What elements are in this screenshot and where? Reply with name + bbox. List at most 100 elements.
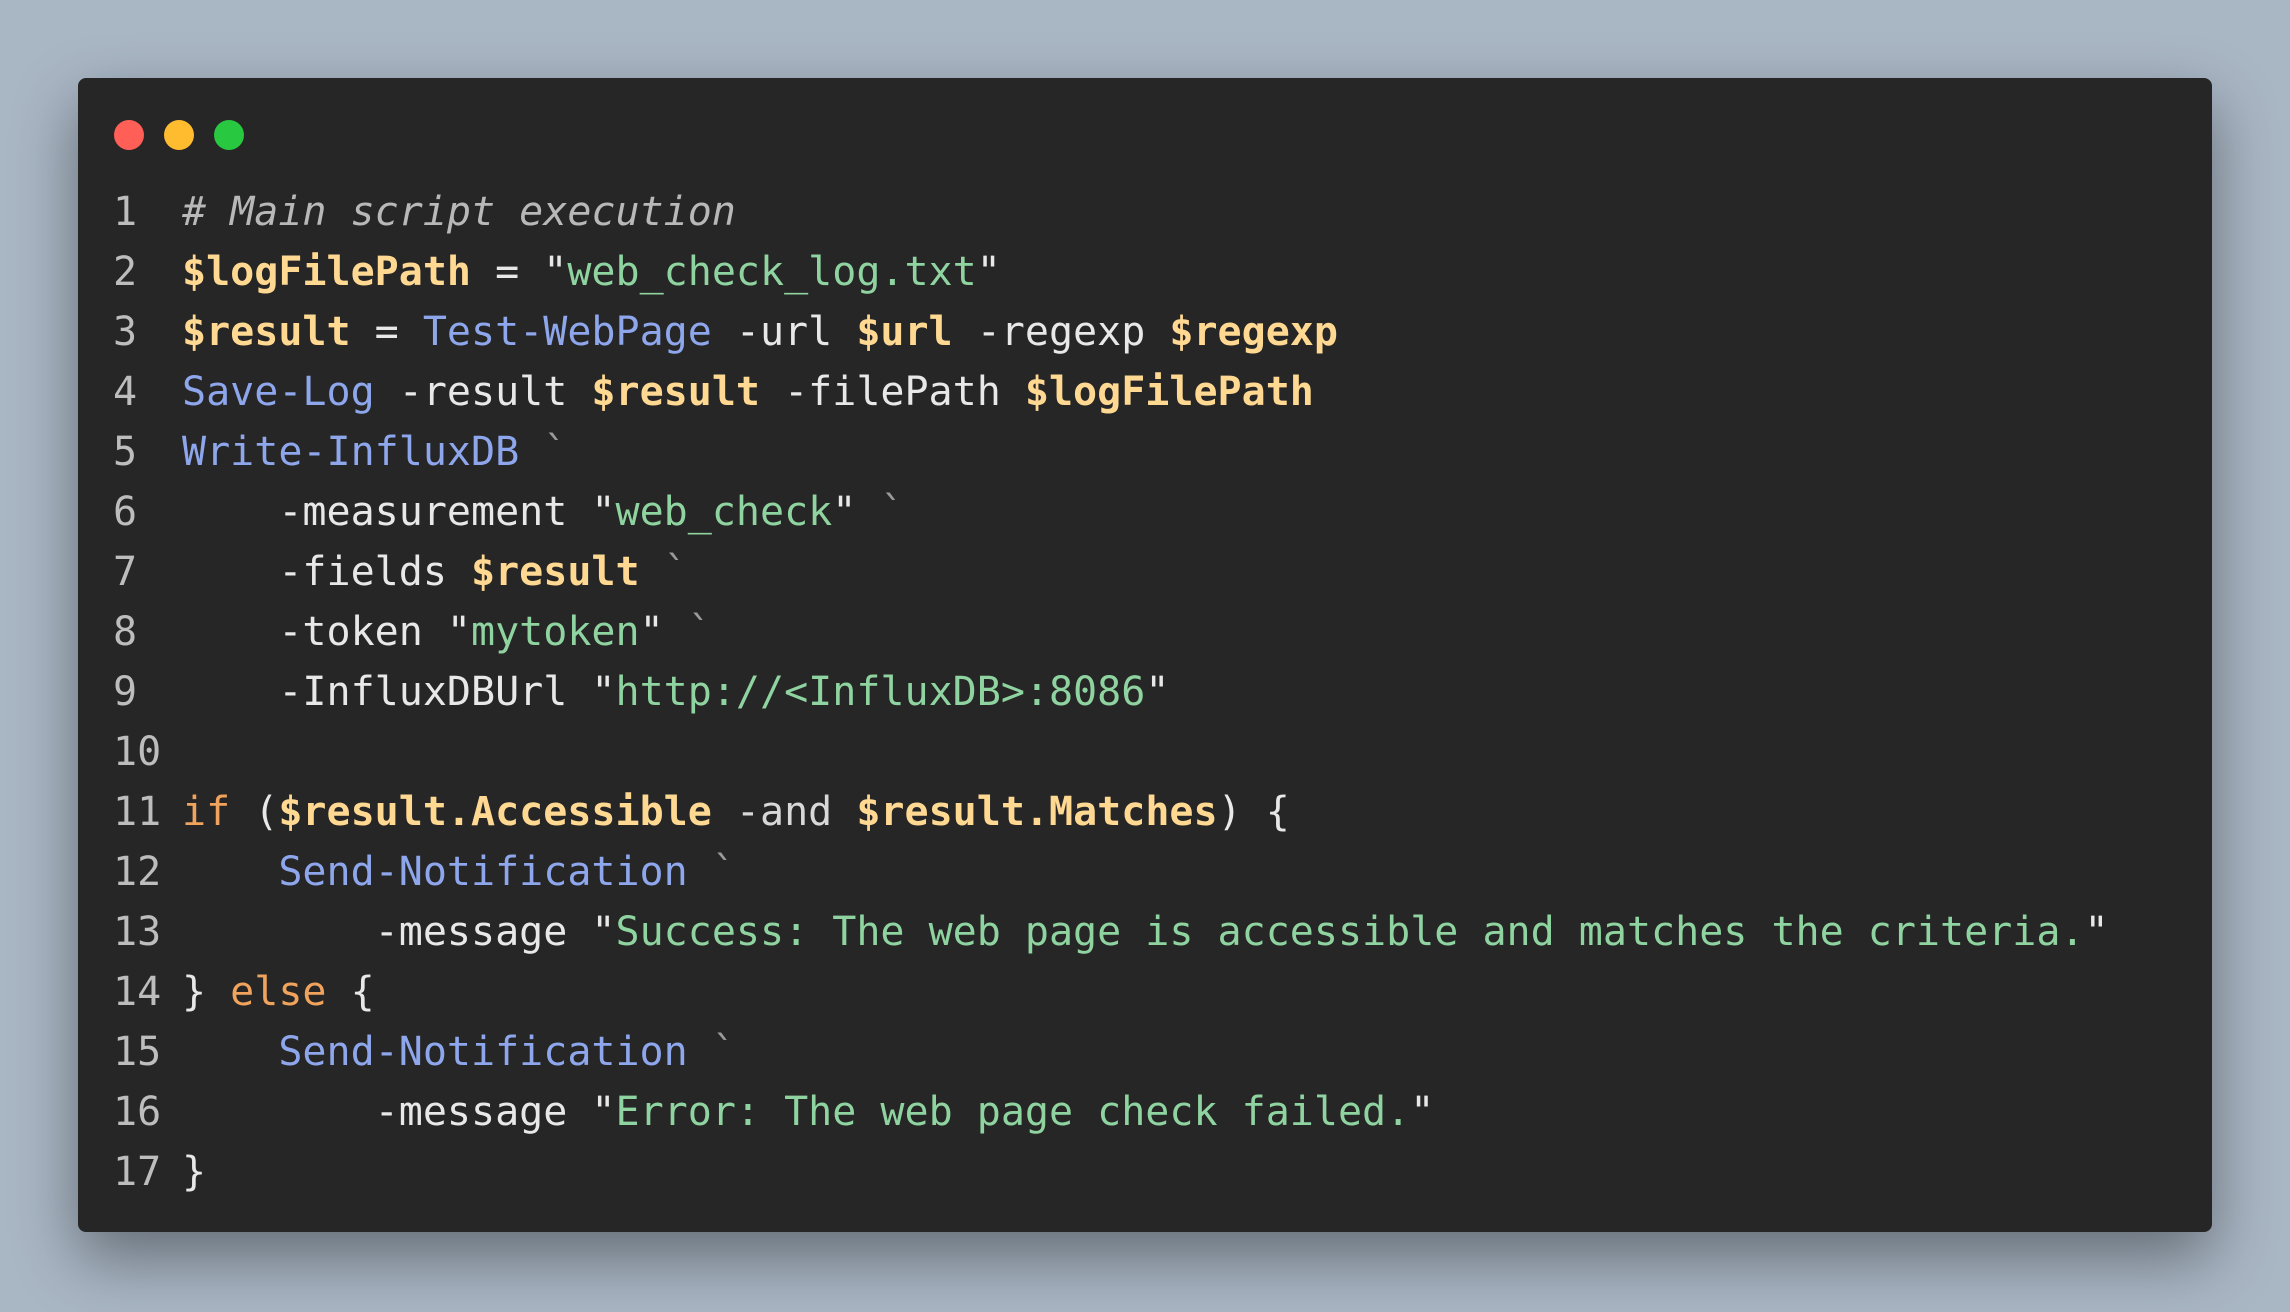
code-line: 4 Save-Log -result $result -filePath $log… xyxy=(113,362,2192,422)
line-number: 12 xyxy=(113,849,162,895)
code-token: -filePath xyxy=(759,369,1025,415)
code-line: 8 -token "mytoken" ` xyxy=(113,602,2192,662)
code-line: 9 -InfluxDBUrl "http://<InfluxDB>:8086" xyxy=(113,662,2192,722)
line-number: 8 xyxy=(113,609,138,655)
code-line: 11 if ($result.Accessible -and $result.Ma… xyxy=(113,782,2192,842)
close-dot-icon[interactable] xyxy=(114,120,144,150)
code-line: 3 $result = Test-WebPage -url $url -regex… xyxy=(113,302,2192,362)
code-token: $result xyxy=(470,549,640,595)
code-token: Test-WebPage xyxy=(422,309,712,355)
code-token: } xyxy=(182,1149,207,1195)
code-window: 1 # Main script execution 2 $logFilePath = … xyxy=(78,78,2212,1232)
code-token: } xyxy=(182,969,231,1015)
code-line: 5 Write-InfluxDB ` xyxy=(113,422,2192,482)
code-line: 1 # Main script execution xyxy=(113,182,2192,242)
line-number: 1 xyxy=(113,189,138,235)
code-token: Write-InfluxDB xyxy=(182,429,520,475)
window-controls xyxy=(114,120,244,150)
code-token: ` xyxy=(687,1029,736,1075)
code-token: ` xyxy=(856,489,905,535)
line-number: 13 xyxy=(113,909,162,955)
code-line: 15 Send-Notification ` xyxy=(113,1022,2192,1082)
line-number: 2 xyxy=(113,249,138,295)
code-token: -message xyxy=(182,1089,592,1135)
line-number: 5 xyxy=(113,429,138,475)
code-token: $logFilePath xyxy=(1024,369,1314,415)
line-number: 10 xyxy=(113,729,162,775)
code-token: " xyxy=(591,669,616,715)
code-token: mytoken xyxy=(471,609,640,655)
code-token: " xyxy=(446,609,471,655)
line-number: 11 xyxy=(113,789,162,835)
code-token: http://<InfluxDB>:8086 xyxy=(615,669,1146,715)
line-number: 7 xyxy=(113,549,138,595)
code-token: $result xyxy=(591,369,760,415)
code-token: $regexp xyxy=(1169,309,1338,355)
code-token: -token xyxy=(182,609,447,655)
code-token: { xyxy=(326,969,375,1015)
code-token: Save-Log xyxy=(182,369,375,415)
code-token: " xyxy=(1145,669,1170,715)
line-number: 17 xyxy=(113,1149,162,1195)
line-number: 14 xyxy=(113,969,162,1015)
line-number: 9 xyxy=(113,669,138,715)
code-token: Send-Notification xyxy=(278,1029,688,1075)
code-token: " xyxy=(976,249,1001,295)
code-token: Error: The web page check failed. xyxy=(615,1089,1411,1135)
code-line: 2 $logFilePath = "web_check_log.txt" xyxy=(113,242,2192,302)
code-token: ` xyxy=(663,609,712,655)
code-token: " xyxy=(591,1089,616,1135)
code-token: Send-Notification xyxy=(278,849,688,895)
code-token: -InfluxDBUrl xyxy=(182,669,592,715)
code-token: ` xyxy=(687,849,736,895)
code-token: " xyxy=(639,609,664,655)
code-line: 17} xyxy=(113,1142,2192,1202)
code-token: -message xyxy=(182,909,592,955)
code-line: 14} else { xyxy=(113,962,2192,1022)
code-token: " xyxy=(591,909,616,955)
code-line: 12 Send-Notification ` xyxy=(113,842,2192,902)
code-token: -url xyxy=(711,309,857,355)
maximize-dot-icon[interactable] xyxy=(214,120,244,150)
line-number: 16 xyxy=(113,1089,162,1135)
code-token: $result xyxy=(182,309,351,355)
code-token: # Main script execution xyxy=(182,189,736,235)
code-token: -regexp xyxy=(952,309,1170,355)
code-token: Success: The web page is accessible and … xyxy=(615,909,2085,955)
code-token: if xyxy=(182,789,231,835)
code-token: -and xyxy=(711,789,857,835)
code-line: 7 -fields $result ` xyxy=(113,542,2192,602)
code-token: -measurement xyxy=(182,489,592,535)
line-number: 6 xyxy=(113,489,138,535)
code-block: 1 # Main script execution 2 $logFilePath = … xyxy=(113,182,2192,1202)
line-number: 4 xyxy=(113,369,138,415)
code-token: $logFilePath xyxy=(182,249,471,295)
code-token: -result xyxy=(374,369,592,415)
code-token: = xyxy=(350,309,423,355)
code-token: web_check_log.txt xyxy=(567,249,977,295)
code-token: web_check xyxy=(615,489,833,535)
code-token: else xyxy=(230,969,327,1015)
line-number: 3 xyxy=(113,309,138,355)
code-token: -fields xyxy=(182,549,471,595)
code-token: = xyxy=(470,249,544,295)
code-token: ` xyxy=(519,429,568,475)
code-token: " xyxy=(543,249,568,295)
code-line: 6 -measurement "web_check" ` xyxy=(113,482,2192,542)
code-line: 10 xyxy=(113,722,2192,782)
code-token: ` xyxy=(639,549,688,595)
code-line: 16 -message "Error: The web page check f… xyxy=(113,1082,2192,1142)
code-token: " xyxy=(832,489,857,535)
minimize-dot-icon[interactable] xyxy=(164,120,194,150)
code-line: 13 -message "Success: The web page is ac… xyxy=(113,902,2192,962)
code-token: " xyxy=(1410,1089,1435,1135)
code-token: $result.Accessible xyxy=(278,789,712,835)
code-token: " xyxy=(591,489,616,535)
code-token: ( xyxy=(230,789,279,835)
code-token: $url xyxy=(856,309,953,355)
line-number: 15 xyxy=(113,1029,162,1075)
code-token: ) { xyxy=(1217,789,1290,835)
code-token: " xyxy=(2084,909,2109,955)
